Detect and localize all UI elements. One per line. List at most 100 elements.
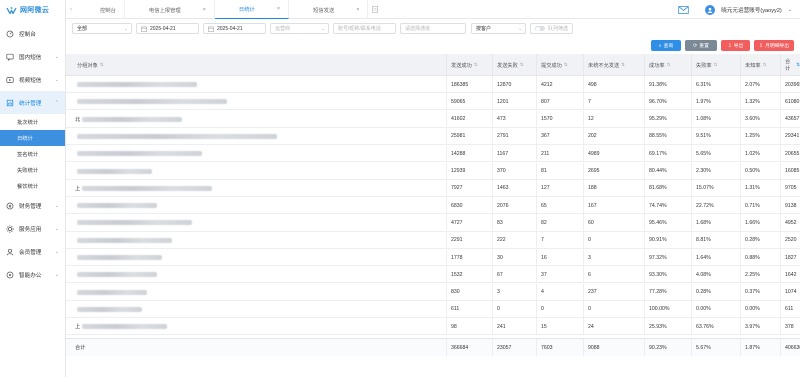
sidebar-item-service-apps[interactable]: 服务应用 ⌄ — [0, 217, 65, 240]
column-header[interactable]: 未统不允发送 ⇅ — [583, 54, 644, 76]
table-row[interactable]: 12939 370 81 2695 80.44% 2.30% 0.50% 16085 — [66, 162, 800, 180]
table-row[interactable]: 830 3 4 237 77.28% 0.28% 0.37% 1074 — [66, 283, 800, 301]
queue-filter-toggle[interactable]: 队列筛选 — [530, 23, 574, 34]
sort-icon[interactable]: ⇅ — [621, 62, 625, 68]
sidebar-item-members[interactable]: 会员管理 ⌄ — [0, 240, 65, 263]
sidebar-subitem-batch-stats[interactable]: 批次统计 — [0, 114, 65, 130]
sidebar-item-label: 服务应用 — [19, 226, 42, 233]
user-name[interactable]: 晓元元运营账号(yaoyy2) — [721, 6, 782, 14]
close-icon[interactable]: × — [203, 7, 206, 13]
column-header[interactable]: 发送成功 ⇅ — [446, 54, 492, 76]
table-cell: 186385 — [446, 76, 492, 93]
column-header[interactable]: 分组对象 ⇅ — [66, 54, 446, 76]
group-by-select[interactable]: 按客户 ⌄ — [471, 23, 526, 34]
channel-select[interactable]: 请选择通道 — [400, 23, 466, 34]
table-cell: 8.81% — [691, 231, 740, 249]
sidebar-item-finance[interactable]: 财务管理 ⌄ — [0, 194, 65, 217]
sort-icon[interactable]: ⇅ — [667, 62, 671, 68]
export-button[interactable]: ⇩ 导出 — [721, 40, 750, 51]
table-row[interactable]: 25981 2791 367 202 88.55% 9.51% 1.25% 29341 — [66, 127, 800, 146]
account-search-input[interactable]: 账号/昵称/联系电话 — [333, 23, 396, 34]
table-cell: 1.02% — [740, 145, 780, 163]
group-object-cell — [66, 197, 446, 214]
chevron-down-icon: ⌄ — [54, 202, 59, 209]
table-cell: 29341 — [780, 127, 800, 145]
table-row[interactable]: 14288 1167 211 4989 69.17% 5.65% 1.02% 20655 — [66, 145, 800, 163]
column-header[interactable]: 成功率 ⇅ — [644, 54, 691, 76]
tab-sms-send[interactable]: 短信发送 × — [289, 0, 369, 19]
table-cell: 80.44% — [644, 162, 691, 180]
search-button[interactable]: ⌕ 查询 — [651, 40, 681, 51]
table-row[interactable]: 6830 2076 65 167 74.74% 22.72% 0.71% 9138 — [66, 197, 800, 215]
table-row[interactable]: 上 98 241 15 24 25.93% 63.76% 3.97% 378 — [66, 318, 800, 336]
group-object-cell — [66, 76, 446, 93]
sort-icon[interactable]: ⇅ — [714, 62, 718, 68]
sidebar-item-label: 国内短信 — [19, 54, 42, 61]
table-row[interactable]: 1532 67 37 6 93.30% 4.08% 2.25% 1642 — [66, 266, 800, 284]
group-object-cell: 北 — [66, 111, 446, 128]
toggle-switch[interactable] — [535, 26, 545, 31]
avatar[interactable] — [705, 4, 716, 15]
chevron-down-icon[interactable]: ⌄ — [788, 7, 792, 13]
export-detail-button[interactable]: ⇩ 月明细导出 — [754, 40, 794, 51]
column-header[interactable]: 未知率 ⇅ — [740, 54, 780, 76]
table-row[interactable]: 1778 30 16 3 97.32% 1.64% 0.88% 1827 — [66, 249, 800, 267]
close-icon[interactable]: × — [356, 7, 359, 13]
table-cell: 15.07% — [691, 179, 740, 197]
table-cell: 96.70% — [644, 93, 691, 111]
column-header[interactable]: 发送失败 ⇅ — [492, 54, 536, 76]
sidebar-subitem-signature-stats[interactable]: 签名统计 — [0, 146, 65, 162]
column-header[interactable]: 失败率 ⇅ — [691, 54, 740, 76]
table-row[interactable]: 2291 222 7 0 90.91% 8.81% 0.28% 2520 — [66, 231, 800, 249]
tab-daily-stats[interactable]: 日统计 × — [214, 0, 290, 19]
column-header[interactable]: 提交成功 ⇅ — [536, 54, 583, 76]
calendar-icon — [208, 26, 214, 32]
carrier-select[interactable]: 运营商 ⌄ — [270, 23, 329, 34]
sort-icon[interactable]: ⇅ — [564, 62, 568, 68]
tab-scroll-left-icon[interactable]: ‹ — [66, 0, 76, 19]
date-start-field[interactable]: 2025-04-21 — [136, 23, 199, 34]
table-cell: 81 — [536, 162, 583, 180]
sidebar-item-smart-office[interactable]: 智能办公 ⌄ — [0, 263, 65, 286]
reset-button[interactable]: ⟳ 重置 — [685, 40, 717, 51]
sort-icon[interactable]: ⇅ — [520, 62, 524, 68]
sidebar-item-domestic-sms[interactable]: 国内短信 ⌄ — [0, 45, 65, 68]
sort-icon[interactable]: ⇅ — [474, 62, 478, 68]
column-header-label: 未知率 — [745, 62, 761, 69]
sort-icon[interactable]: ⇅ — [100, 62, 104, 68]
table-header: 分组对象 ⇅ 发送成功 ⇅ 发送失败 ⇅ 提交成功 ⇅ 未统不允发送 ⇅ 成功率 ⇅ 失败率 ⇅ 未知率 ⇅ 合… — [66, 54, 800, 76]
sidebar-subitem-failure-stats[interactable]: 失败统计 — [0, 162, 65, 178]
sort-icon[interactable]: ⇅ — [796, 62, 800, 68]
table-row[interactable]: 18638512870421249891.38%6.31%2.07%203965 — [66, 76, 800, 94]
sidebar-item-statistics[interactable]: 统计管理 ⌃ — [0, 91, 65, 114]
table-cell: 2695 — [583, 162, 644, 180]
table-cell: 211 — [536, 145, 583, 163]
table-row[interactable]: 4727 83 82 60 95.46% 1.68% 1.66% 4952 — [66, 214, 800, 232]
table-row[interactable]: 611 0 0 0 100.00% 0.00% 0.00% 611 — [66, 300, 800, 319]
table-cell: 25981 — [446, 127, 492, 145]
chevron-down-icon: ⌄ — [321, 25, 325, 31]
carrier-placeholder: 运营商 — [275, 26, 291, 32]
close-icon[interactable]: × — [277, 6, 280, 12]
sort-icon[interactable]: ⇅ — [763, 62, 767, 68]
sidebar-item-video-sms[interactable]: 视频短信 ⌄ — [0, 68, 65, 91]
tab-telecom-report[interactable]: 电信上报管理 × — [125, 0, 215, 19]
date-end-field[interactable]: 2025-04-21 — [203, 23, 266, 34]
table-cell: 6830 — [446, 197, 492, 215]
table-row[interactable]: 上 7927 1463 127 188 81.68% 15.07% 1.31% 9705 — [66, 179, 800, 197]
brand-logo[interactable]: 网阿微云 — [0, 0, 65, 20]
sidebar-item-dashboard[interactable]: 控制台 — [0, 22, 65, 45]
sidebar-subitem-daily-stats[interactable]: 日统计 — [0, 130, 65, 146]
sidebar-subitem-catering-stats[interactable]: 餐饮统计 — [0, 178, 65, 194]
document-icon[interactable] — [368, 0, 382, 19]
mail-icon[interactable] — [678, 5, 689, 14]
tab-dashboard[interactable]: 控制台 — [76, 0, 125, 19]
column-header-label: 分组对象 — [77, 62, 98, 69]
tab-strip: ‹ 控制台 电信上报管理 × 日统计 × 短信发送 × — [66, 0, 382, 19]
office-icon — [6, 271, 14, 279]
table-cell: 830 — [446, 283, 492, 301]
table-row[interactable]: 59065 1201 807 7 96.70% 1.97% 1.32% 61080 — [66, 93, 800, 111]
scope-select[interactable]: 全部 ⌄ — [72, 23, 132, 34]
table-row[interactable]: 北 41602 473 1570 12 95.29% 1.08% 3.60% 43657 — [66, 110, 800, 128]
column-header[interactable]: 合计 ⇅ — [780, 54, 800, 76]
